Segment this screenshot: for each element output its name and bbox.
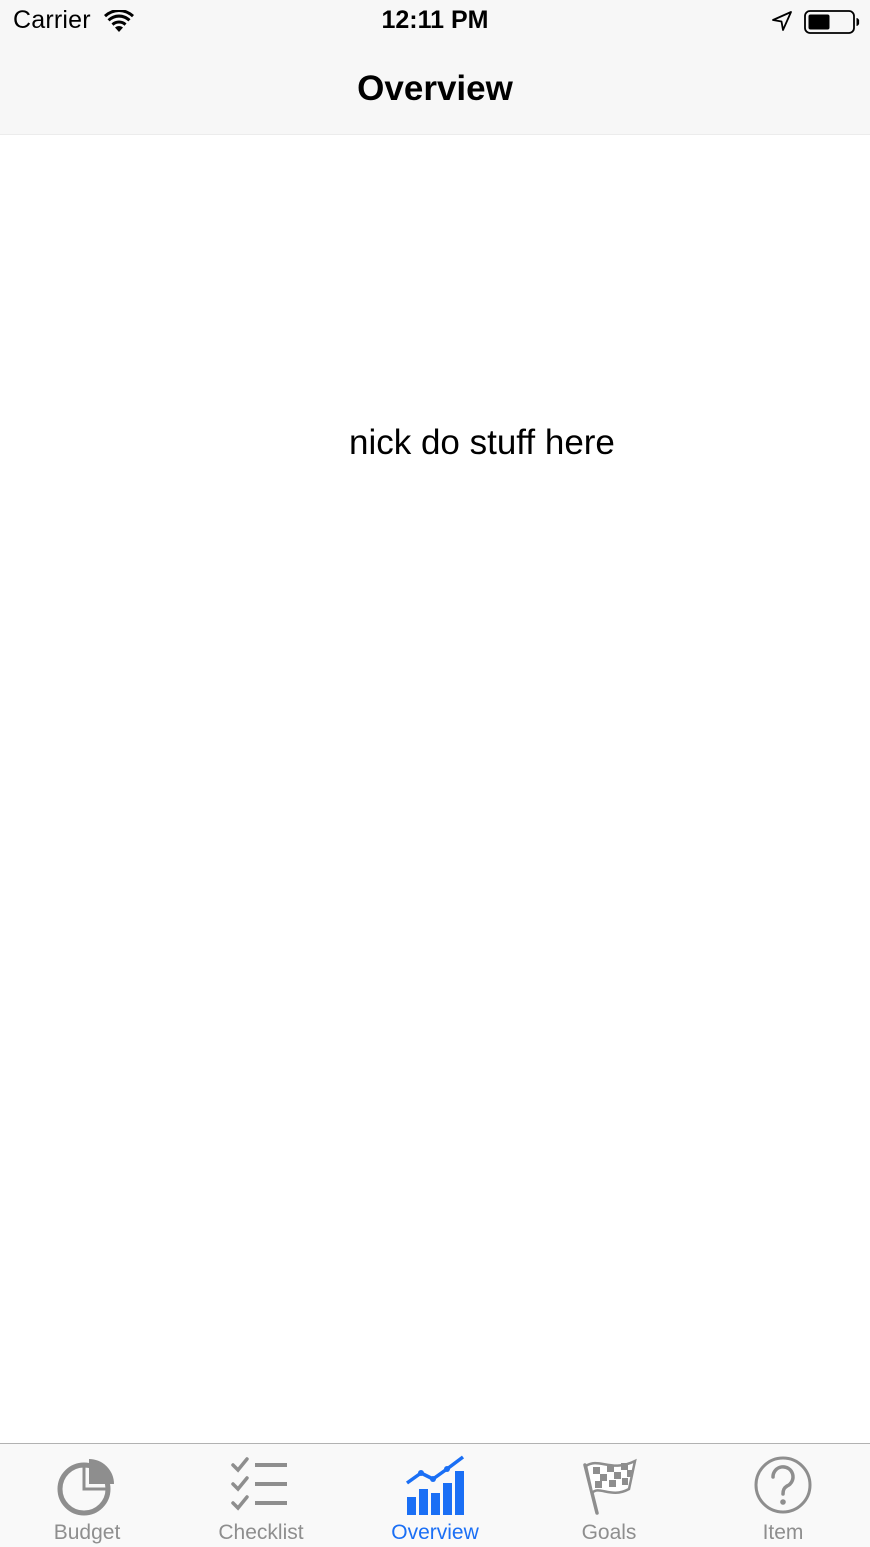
tab-bar: Budget Checklist Overview Goals Item xyxy=(0,1443,870,1547)
status-time: 12:11 PM xyxy=(381,6,489,34)
navigation-bar: Overview xyxy=(0,44,870,135)
tab-goals[interactable]: Goals xyxy=(522,1444,696,1547)
checkered-flag-icon xyxy=(583,1458,637,1515)
tab-label-overview: Overview xyxy=(391,1521,479,1544)
status-bar: Carrier 12:11 PM xyxy=(0,0,870,44)
pie-chart-icon xyxy=(57,1459,114,1516)
tab-label-budget: Budget xyxy=(53,1521,121,1544)
battery-icon xyxy=(804,10,860,34)
tab-label-checklist: Checklist xyxy=(218,1521,304,1544)
tab-overview[interactable]: Overview xyxy=(348,1444,522,1547)
tab-label-goals: Goals xyxy=(581,1521,637,1544)
question-circle-icon xyxy=(754,1456,812,1514)
bar-chart-icon xyxy=(405,1455,465,1515)
placeholder-label: nick do stuff here xyxy=(349,423,615,462)
page-title: Overview xyxy=(357,69,513,108)
tab-budget[interactable]: Budget xyxy=(0,1444,174,1547)
tab-checklist[interactable]: Checklist xyxy=(174,1444,348,1547)
app-screen: Carrier 12:11 PM Overview nick do stuff … xyxy=(0,0,870,1547)
main-content: nick do stuff here xyxy=(0,135,870,1443)
tab-label-item: Item xyxy=(762,1521,804,1544)
checklist-icon xyxy=(231,1457,287,1511)
tab-item[interactable]: Item xyxy=(696,1444,870,1547)
location-arrow-icon xyxy=(772,11,792,31)
